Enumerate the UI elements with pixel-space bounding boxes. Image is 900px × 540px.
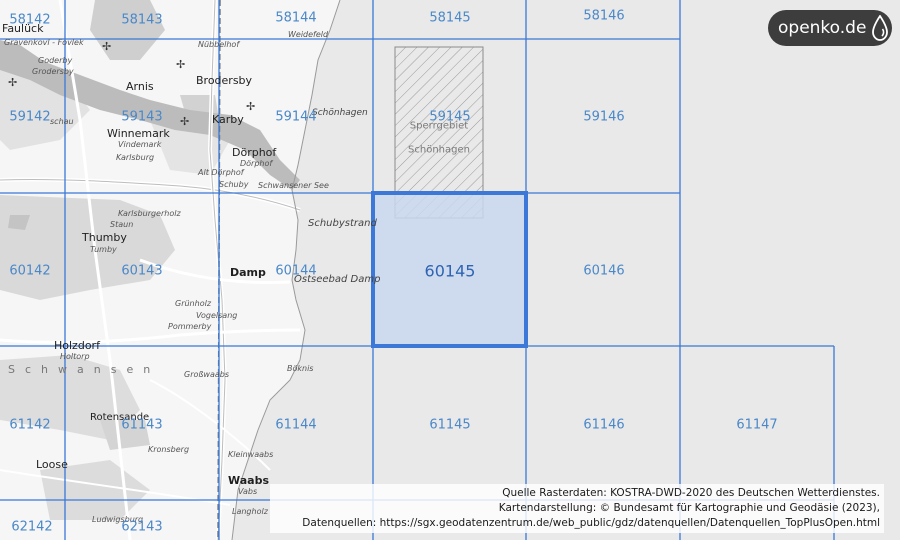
grid-cell-label[interactable]: 58144 (275, 11, 316, 26)
grid-cell-label[interactable]: 61143 (121, 418, 162, 433)
place-label: Tumby (90, 245, 117, 254)
place-label: Waabs (228, 474, 270, 487)
map-view[interactable]: Sperrgebiet Schönhagen Faulück Gravenkov… (0, 0, 900, 540)
grid-cell-label[interactable]: 62143 (121, 520, 162, 535)
place-label: Karlsburgerholz (118, 209, 181, 218)
place-label: Grünholz (175, 299, 212, 308)
place-label: Karby (212, 113, 244, 126)
place-label: Karlsburg (116, 153, 155, 162)
place-label: Winnemark (107, 127, 170, 140)
place-label: Vogelsang (196, 311, 238, 320)
place-label: Gravenkovl - Fovlek (4, 38, 84, 47)
place-label: Kronsberg (148, 445, 190, 454)
grid-cell-label[interactable]: 61147 (736, 418, 777, 433)
restricted-area-label-2: Schönhagen (408, 144, 470, 156)
grid-cell-label[interactable]: 62142 (11, 520, 52, 535)
attribution-line: Quelle Rasterdaten: KOSTRA-DWD-2020 des … (502, 487, 880, 499)
openko-logo[interactable]: openko.de (768, 10, 892, 46)
place-label: Holtorp (60, 352, 90, 361)
place-label: Schwansen (8, 363, 161, 376)
place-label: Weidefeld (288, 30, 329, 39)
grid-cell-label[interactable]: 61142 (9, 418, 50, 433)
place-label: Thumby (82, 231, 127, 244)
place-label: Böknis (287, 364, 314, 373)
place-label: Schwansener See (258, 181, 329, 190)
place-label: Loose (36, 458, 68, 471)
place-label: Staun (110, 220, 134, 229)
wind-turbine-icon: ✢ (246, 100, 256, 113)
grid-cell-label[interactable]: 61144 (275, 418, 316, 433)
place-label: Alt Dörphof (198, 168, 244, 177)
grid-cell-label[interactable]: 59144 (275, 110, 316, 125)
logo-text: openko.de (778, 18, 867, 38)
place-label: Großwaabs (184, 370, 230, 379)
wind-turbine-icon: ✢ (8, 76, 18, 89)
place-label: Goderby (38, 56, 73, 65)
grid-cell-label[interactable]: 60142 (9, 264, 50, 279)
grid-cell-label[interactable]: 58146 (583, 9, 624, 24)
place-label: Langholz (232, 507, 268, 516)
grid-cell-label[interactable]: 61145 (429, 418, 470, 433)
place-label: Schuby (219, 180, 249, 189)
grid-cell-label[interactable]: 60144 (275, 264, 316, 279)
place-label: Grodersby (32, 67, 74, 76)
grid-cell-label-selected[interactable]: 60145 (425, 262, 476, 281)
attribution-panel: Quelle Rasterdaten: KOSTRA-DWD-2020 des … (270, 484, 884, 533)
grid-cell-label[interactable]: 60146 (583, 264, 624, 279)
place-label: Dörphof (232, 146, 277, 159)
attribution-line[interactable]: Datenquellen: https://sgx.geodatenzentru… (274, 516, 880, 531)
grid-cell-label[interactable]: 59143 (121, 110, 162, 125)
place-label: Schubystrand (308, 218, 377, 229)
grid-cell-label[interactable]: 61146 (583, 418, 624, 433)
attribution-line: Kartendarstellung: © Bundesamt für Karto… (498, 502, 880, 514)
place-label: Vindemark (118, 140, 162, 149)
grid-cell-label[interactable]: 58142 (9, 13, 50, 28)
grid-cell-label[interactable]: 59142 (9, 110, 50, 125)
place-label: Damp (230, 266, 266, 279)
place-label: schau (50, 117, 74, 126)
grid-cell-label[interactable]: 58145 (429, 11, 470, 26)
place-label: Brodersby (196, 74, 253, 87)
grid-cell-label[interactable]: 59146 (583, 110, 624, 125)
place-label: Dörphof (240, 159, 273, 168)
place-label: Arnis (126, 80, 154, 93)
place-label: Holzdorf (54, 339, 100, 352)
grid-cell-label[interactable]: 59145 (429, 110, 470, 125)
grid-cell-label[interactable]: 60143 (121, 264, 162, 279)
wind-turbine-icon: ✢ (180, 115, 190, 128)
place-label: Vabs (238, 487, 258, 496)
drop-icon (872, 15, 889, 41)
place-label: Pommerby (168, 322, 212, 331)
place-label: Kleinwaabs (228, 450, 274, 459)
grid-cell-label[interactable]: 58143 (121, 13, 162, 28)
place-label: Nübbelhof (198, 40, 240, 49)
place-label: Schönhagen (312, 108, 368, 118)
wind-turbine-icon: ✢ (176, 58, 186, 71)
wind-turbine-icon: ✢ (102, 40, 112, 53)
